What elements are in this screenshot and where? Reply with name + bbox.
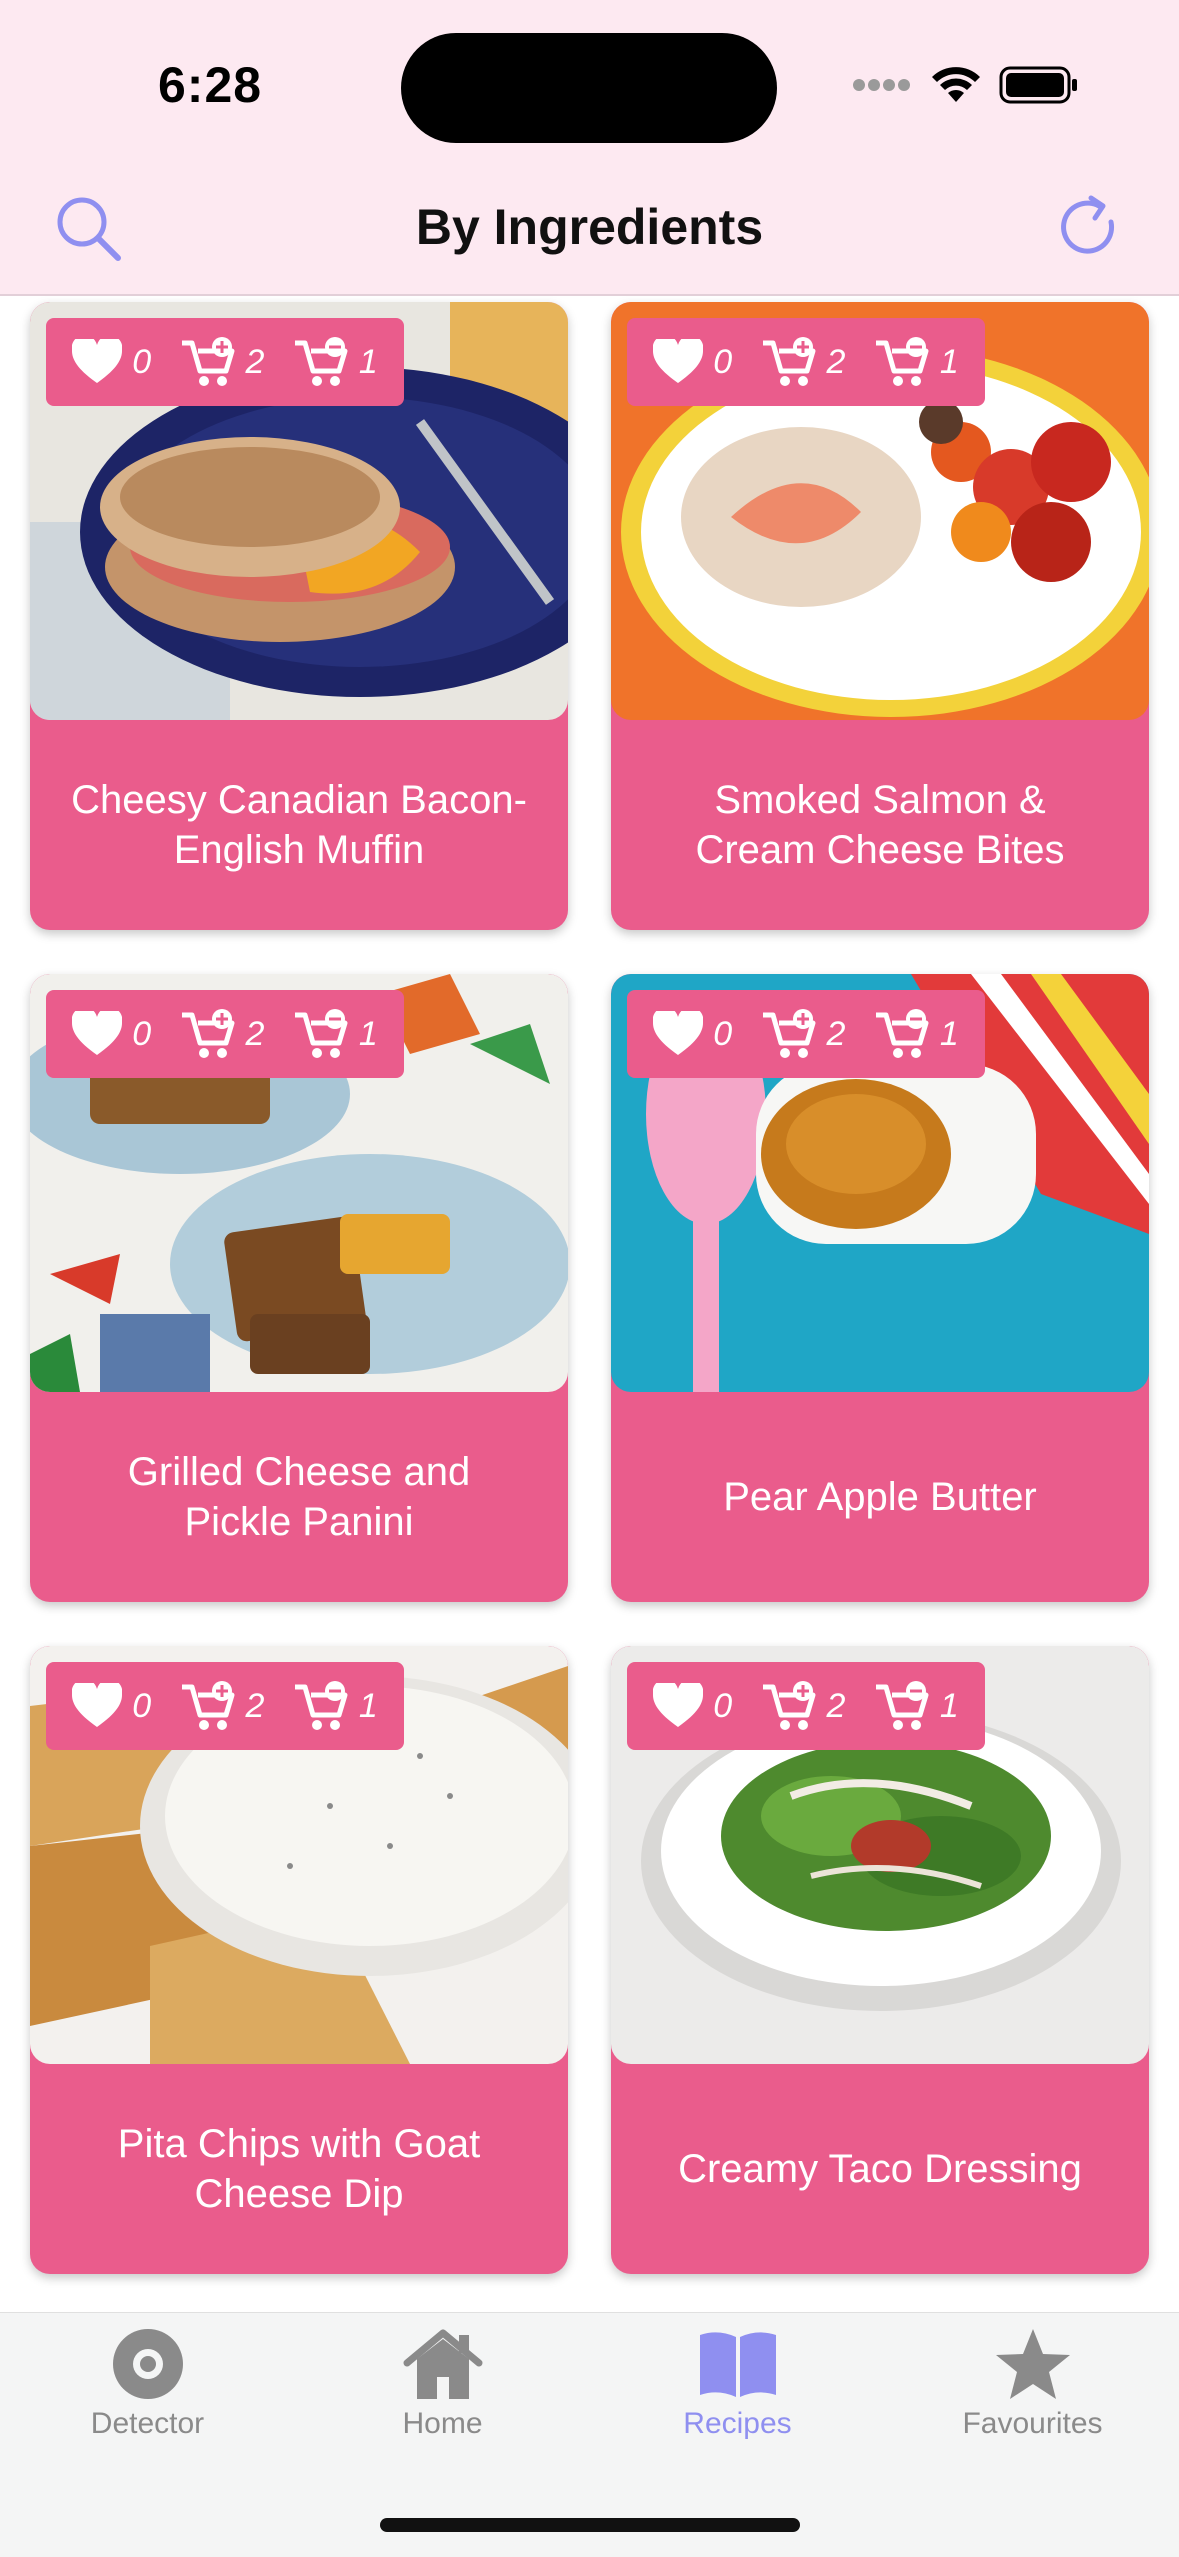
page-title: By Ingredients (415, 199, 764, 255)
likes-stat[interactable]: 0 (72, 1683, 151, 1729)
cart-minus-icon (875, 337, 929, 386)
tab-label: Favourites (962, 2407, 1103, 2440)
recipe-title: Pita Chips with Goat Cheese Dip (117, 2122, 481, 2216)
recipe-stats: 0 2 1 (627, 318, 985, 406)
cart-plus-icon (762, 337, 816, 386)
status-bar: 6:28 (0, 0, 1179, 170)
add-cart-stat[interactable]: 2 (761, 1009, 846, 1059)
book-icon (699, 2332, 776, 2397)
remove-cart-stat[interactable]: 1 (874, 1681, 959, 1731)
cart-minus-icon (875, 1009, 929, 1058)
wifi-icon (932, 67, 980, 102)
add-cart-stat[interactable]: 2 (761, 1681, 846, 1731)
recipe-stats: 0 2 1 (46, 318, 404, 406)
recipe-card[interactable]: 0 2 1 Cheesy Canadian Bacon-English Muff… (30, 302, 568, 930)
add-cart-count: 2 (826, 1014, 846, 1053)
battery-icon (999, 66, 1077, 104)
likes-count: 0 (132, 342, 152, 381)
add-cart-count: 2 (245, 1686, 265, 1725)
cart-plus-icon (181, 1681, 235, 1730)
home-indicator[interactable] (380, 2518, 800, 2532)
recipe-card[interactable]: 0 2 1 Grilled Cheese and Pickle Panini (30, 974, 568, 1602)
tab-home[interactable]: Home (295, 2313, 590, 2463)
add-cart-count: 2 (245, 1014, 265, 1053)
tab-favourites[interactable]: Favourites (885, 2313, 1179, 2463)
recipe-title: Creamy Taco Dressing (678, 2147, 1082, 2191)
recipe-title: Grilled Cheese and Pickle Panini (127, 1450, 471, 1544)
cart-minus-icon (294, 1009, 348, 1058)
tab-recipes[interactable]: Recipes (590, 2313, 885, 2463)
heart-icon (653, 1011, 704, 1055)
heart-icon (653, 339, 704, 383)
cart-minus-icon (875, 1681, 929, 1730)
cart-plus-icon (762, 1009, 816, 1058)
tab-detector[interactable]: Detector (0, 2313, 295, 2463)
cart-plus-icon (762, 1681, 816, 1730)
add-cart-count: 2 (245, 342, 265, 381)
likes-count: 0 (713, 342, 733, 381)
heart-icon (72, 1683, 123, 1727)
remove-cart-stat[interactable]: 1 (874, 337, 959, 387)
likes-count: 0 (713, 1014, 733, 1053)
likes-count: 0 (132, 1014, 152, 1053)
status-time: 6:28 (158, 57, 263, 113)
heart-icon (72, 339, 123, 383)
remove-cart-count: 1 (358, 1014, 378, 1053)
likes-stat[interactable]: 0 (72, 1011, 151, 1057)
heart-icon (653, 1683, 704, 1727)
navigation-bar: By Ingredients (0, 170, 1179, 296)
remove-cart-count: 1 (939, 1686, 959, 1725)
remove-cart-stat[interactable]: 1 (293, 337, 378, 387)
remove-cart-stat[interactable]: 1 (293, 1681, 378, 1731)
cart-minus-icon (294, 1681, 348, 1730)
recipe-grid: 0 2 1 Cheesy Canadian Bacon-English Muff… (0, 302, 1179, 2312)
status-icons (851, 66, 1079, 104)
cart-plus-icon (181, 1009, 235, 1058)
likes-stat[interactable]: 0 (653, 1011, 732, 1057)
remove-cart-stat[interactable]: 1 (293, 1009, 378, 1059)
add-cart-count: 2 (826, 342, 846, 381)
recipe-card[interactable]: 0 2 1 Pita Chips with Goat Cheese Dip (30, 1646, 568, 2274)
likes-count: 0 (132, 1686, 152, 1725)
recipe-stats: 0 2 1 (627, 1662, 985, 1750)
remove-cart-count: 1 (939, 342, 959, 381)
recipe-title: Smoked Salmon & Cream Cheese Bites (695, 778, 1065, 872)
likes-stat[interactable]: 0 (653, 1683, 732, 1729)
recipe-title: Cheesy Canadian Bacon-English Muffin (71, 778, 527, 872)
home-icon (403, 2329, 482, 2399)
likes-stat[interactable]: 0 (72, 339, 151, 385)
tab-label: Recipes (683, 2407, 792, 2440)
remove-cart-count: 1 (939, 1014, 959, 1053)
remove-cart-count: 1 (358, 342, 378, 381)
likes-count: 0 (713, 1686, 733, 1725)
recipe-title: Pear Apple Butter (723, 1475, 1037, 1519)
signal-icon (853, 79, 910, 91)
add-cart-stat[interactable]: 2 (761, 337, 846, 387)
recipe-stats: 0 2 1 (46, 990, 404, 1078)
tab-label: Detector (90, 2407, 205, 2440)
cart-plus-icon (181, 337, 235, 386)
remove-cart-stat[interactable]: 1 (874, 1009, 959, 1059)
add-cart-count: 2 (826, 1686, 846, 1725)
recipe-card[interactable]: 0 2 1 Smoked Salmon & Cream Cheese Bites (611, 302, 1149, 930)
recipe-card[interactable]: 0 2 1 Creamy Taco Dressing (611, 1646, 1149, 2274)
likes-stat[interactable]: 0 (653, 339, 732, 385)
recipe-card[interactable]: 0 2 1 Pear Apple Butter (611, 974, 1149, 1602)
remove-cart-count: 1 (358, 1686, 378, 1725)
cart-minus-icon (294, 337, 348, 386)
star-icon (995, 2329, 1070, 2399)
add-cart-stat[interactable]: 2 (180, 1009, 265, 1059)
tab-label: Home (402, 2407, 483, 2440)
recipe-stats: 0 2 1 (46, 1662, 404, 1750)
add-cart-stat[interactable]: 2 (180, 1681, 265, 1731)
recipe-stats: 0 2 1 (627, 990, 985, 1078)
detector-icon (112, 2329, 183, 2399)
dynamic-island (401, 33, 777, 143)
heart-icon (72, 1011, 123, 1055)
refresh-icon[interactable] (1055, 192, 1127, 264)
add-cart-stat[interactable]: 2 (180, 337, 265, 387)
